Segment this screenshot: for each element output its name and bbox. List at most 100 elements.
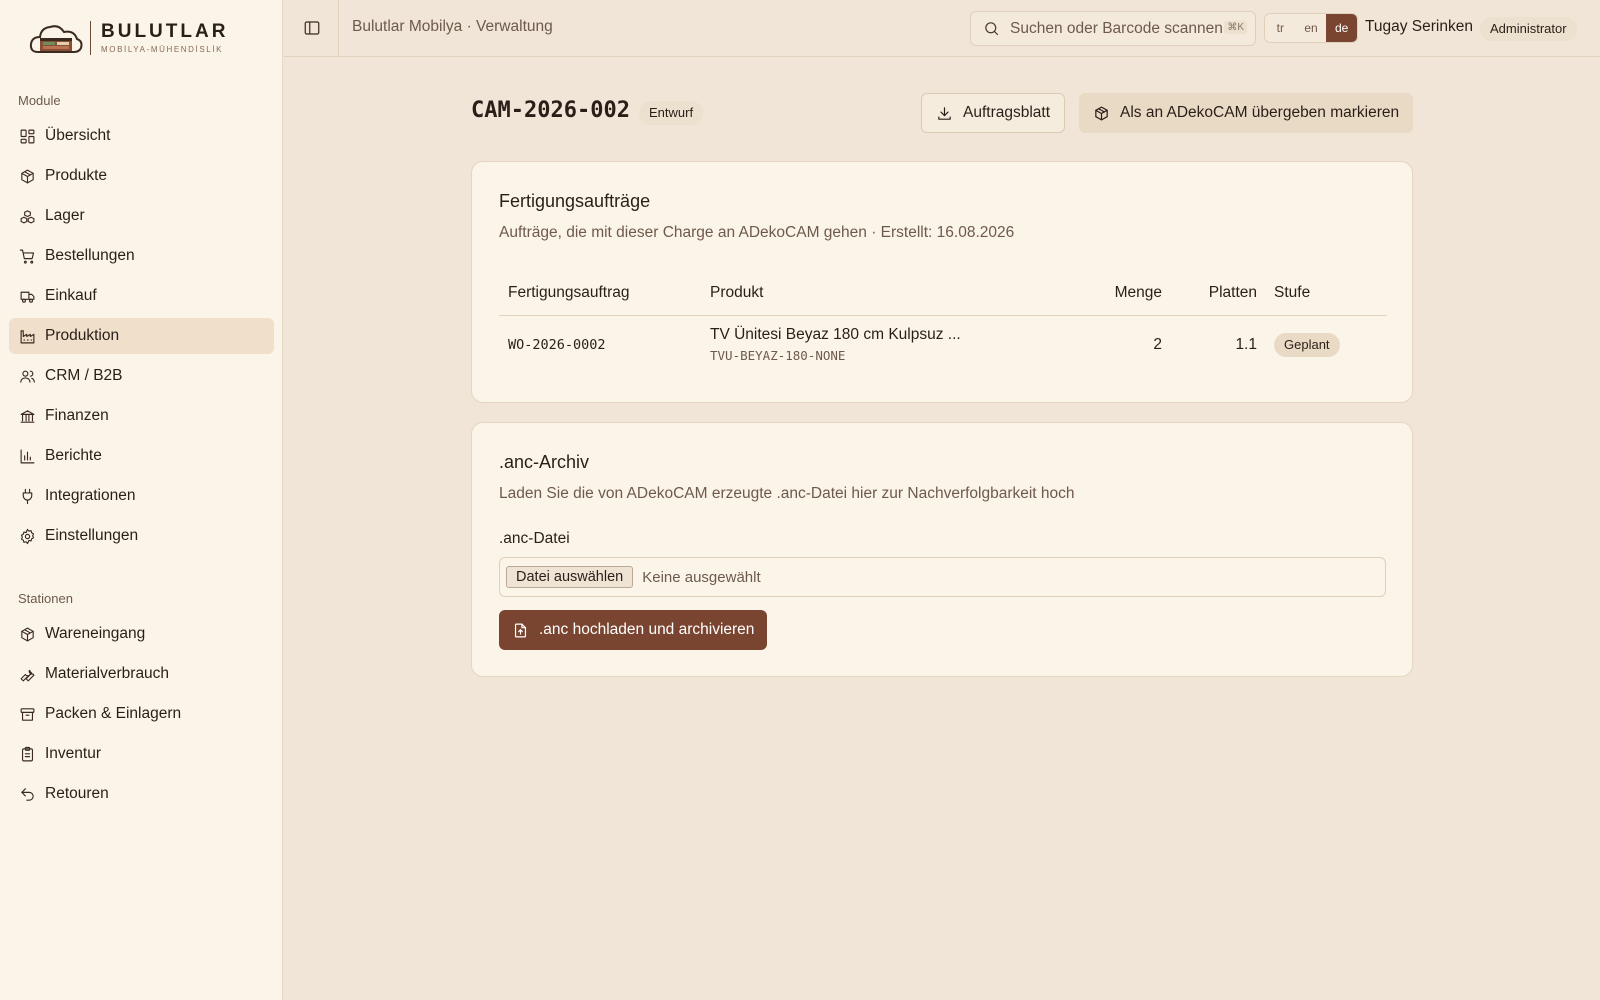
package-icon <box>18 167 36 185</box>
sidebar-toggle-button[interactable] <box>298 14 326 42</box>
sidebar-item-finanzen[interactable]: Finanzen <box>9 398 274 434</box>
plug-icon <box>18 487 36 505</box>
sidebar-item-label: Berichte <box>45 447 102 464</box>
gear-icon <box>18 527 36 545</box>
production-orders-description: Aufträge, die mit dieser Charge an ADeko… <box>499 224 1015 241</box>
dashboard-icon <box>18 127 36 145</box>
sidebar-item-label: Materialverbrauch <box>45 665 170 682</box>
upload-archive-label: .anc hochladen und archivieren <box>539 621 755 638</box>
cart-icon <box>18 247 36 265</box>
stations-section-label: Stationen <box>18 591 73 606</box>
sidebar-item-label: Produktion <box>45 327 120 344</box>
sidebar-item-inventur[interactable]: Inventur <box>9 736 274 772</box>
search-shortcut: ⌘K <box>1224 21 1247 34</box>
top-bar: Bulutlar Mobilya · Verwaltung Suchen ode… <box>284 0 1600 57</box>
file-status-text: Keine ausgewählt <box>642 568 761 586</box>
factory-icon <box>18 327 36 345</box>
sidebar-item-label: Finanzen <box>45 407 109 424</box>
sidebar-item-materialverbrauch[interactable]: Materialverbrauch <box>9 656 274 692</box>
stage-badge: Geplant <box>1274 333 1340 357</box>
print-order-sheet-label: Auftragsblatt <box>963 104 1051 121</box>
anc-file-label: .anc-Datei <box>499 530 570 547</box>
sidebar-item-produktion[interactable]: Produktion <box>9 318 274 354</box>
sidebar-item-label: Bestellungen <box>45 247 135 264</box>
production-orders-card: Fertigungsaufträge Aufträge, die mit die… <box>471 161 1413 403</box>
production-orders-title: Fertigungsaufträge <box>499 191 651 211</box>
truck-icon <box>18 287 36 305</box>
role-badge: Administrator <box>1480 17 1577 41</box>
language-switcher: tr en de <box>1264 13 1358 43</box>
column-header-product[interactable]: Produkt <box>710 284 763 302</box>
breadcrumb[interactable]: Bulutlar Mobilya · Verwaltung <box>352 18 553 36</box>
column-header-order[interactable]: Fertigungsauftrag <box>508 284 630 302</box>
sidebar-item-packen-einlagern[interactable]: Packen & Einlagern <box>9 696 274 732</box>
sidebar-item-uebersicht[interactable]: Übersicht <box>9 118 274 154</box>
anc-archive-title: .anc-Archiv <box>499 452 590 472</box>
file-upload-icon <box>514 623 527 637</box>
search-icon <box>985 22 999 36</box>
search-placeholder: Suchen oder Barcode scannen <box>1010 19 1223 37</box>
cloud-logo-icon <box>29 25 83 53</box>
stations-section: Stationen Wareneingang Materialverbrauch P… <box>0 589 283 816</box>
sidebar-item-lager[interactable]: Lager <box>9 198 274 234</box>
upload-archive-button[interactable]: .anc hochladen und archivieren <box>499 610 768 650</box>
user-name[interactable]: Tugay Serinken <box>1365 18 1473 36</box>
sidebar-item-label: CRM / B2B <box>45 367 123 384</box>
archive-icon <box>18 705 36 723</box>
brand-logo[interactable]: BULUTLAR MOBİLYA-MÜHENDİSLİK <box>28 18 228 58</box>
column-header-sheets[interactable]: Platten <box>1209 284 1257 302</box>
sidebar-item-label: Integrationen <box>45 487 136 504</box>
sidebar-item-label: Inventur <box>45 745 102 762</box>
package-icon <box>18 625 36 643</box>
mark-handed-over-button[interactable]: Als an ADekoCAM übergeben markieren <box>1079 93 1414 133</box>
anc-file-input[interactable]: Datei auswählen Keine ausgewählt <box>499 557 1386 597</box>
sidebar-item-einstellungen[interactable]: Einstellungen <box>9 518 274 554</box>
sidebar-item-label: Produkte <box>45 167 108 184</box>
boxes-icon <box>18 207 36 225</box>
brand-name: BULUTLAR <box>101 21 229 42</box>
sidebar-item-label: Lager <box>45 207 85 224</box>
quantity-value: 2 <box>1153 336 1162 353</box>
choose-file-button[interactable]: Datei auswählen <box>506 566 634 588</box>
language-option-tr[interactable]: tr <box>1265 14 1296 42</box>
table-header: Fertigungsauftrag Produkt Menge Platten … <box>499 272 1387 316</box>
modules-section-label: Module <box>18 93 61 108</box>
sidebar-item-produkte[interactable]: Produkte <box>9 158 274 194</box>
sidebar-item-einkauf[interactable]: Einkauf <box>9 278 274 314</box>
print-order-sheet-button[interactable]: Auftragsblatt <box>921 93 1066 133</box>
header-divider <box>338 0 339 57</box>
bank-icon <box>18 407 36 425</box>
page-title: CAM-2026-002 <box>471 98 630 123</box>
sidebar-item-label: Einstellungen <box>45 527 139 544</box>
sidebar-item-retouren[interactable]: Retouren <box>9 776 274 812</box>
sidebar-item-label: Übersicht <box>45 127 111 144</box>
download-icon <box>938 106 951 120</box>
product-sku: TVU-BEYAZ-180-NONE <box>710 348 846 363</box>
status-badge: Entwurf <box>639 101 704 125</box>
column-header-stage[interactable]: Stufe <box>1274 284 1310 302</box>
search-input[interactable]: Suchen oder Barcode scannen ⌘K <box>970 11 1256 46</box>
undo-icon <box>18 785 36 803</box>
production-orders-table: Fertigungsauftrag Produkt Menge Platten … <box>499 272 1387 374</box>
panel-left-icon <box>304 21 320 35</box>
anc-archive-description: Laden Sie die von ADekoCAM erzeugte .anc… <box>499 485 1075 502</box>
sidebar-item-crm-b2b[interactable]: CRM / B2B <box>9 358 274 394</box>
mark-handed-over-label: Als an ADekoCAM übergeben markieren <box>1120 104 1400 121</box>
language-option-en[interactable]: en <box>1296 14 1327 42</box>
sidebar-item-integrationen[interactable]: Integrationen <box>9 478 274 514</box>
modules-section: Module Übersicht Produkte Lager Bestellunge… <box>0 91 283 558</box>
sidebar-item-berichte[interactable]: Berichte <box>9 438 274 474</box>
table-row[interactable]: WO-2026-0002 TV Ünitesi Beyaz 180 cm Kul… <box>499 316 1387 374</box>
column-header-quantity[interactable]: Menge <box>1115 284 1162 302</box>
sidebar-item-label: Packen & Einlagern <box>45 705 182 722</box>
sidebar-item-label: Retouren <box>45 785 109 802</box>
anc-archive-card: .anc-Archiv Laden Sie die von ADekoCAM e… <box>471 422 1413 677</box>
sidebar-item-label: Einkauf <box>45 287 97 304</box>
users-icon <box>18 367 36 385</box>
sidebar-item-bestellungen[interactable]: Bestellungen <box>9 238 274 274</box>
order-number[interactable]: WO-2026-0002 <box>508 337 606 353</box>
package-icon <box>1095 106 1108 120</box>
language-option-de[interactable]: de <box>1326 14 1357 42</box>
sidebar-item-wareneingang[interactable]: Wareneingang <box>9 616 274 652</box>
sidebar-item-label: Wareneingang <box>45 625 146 642</box>
